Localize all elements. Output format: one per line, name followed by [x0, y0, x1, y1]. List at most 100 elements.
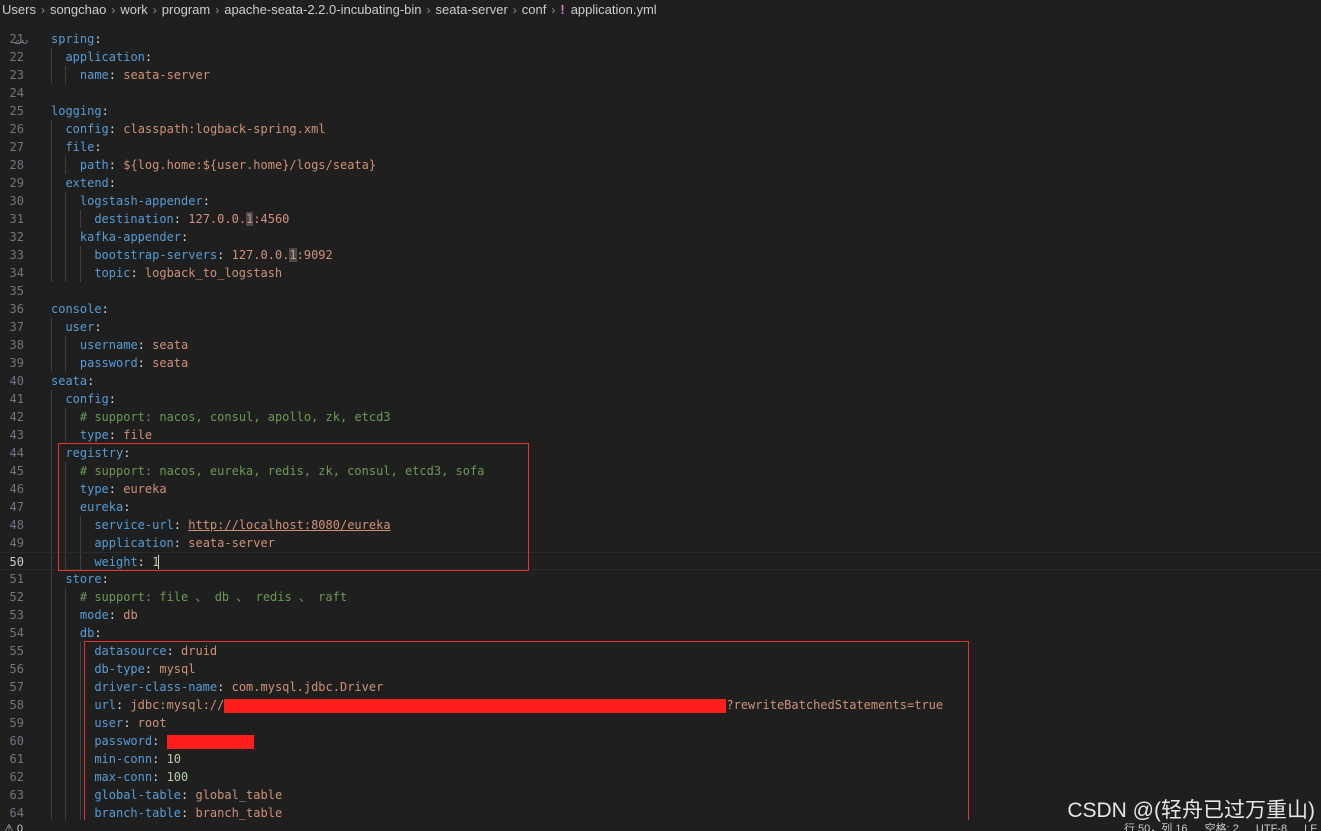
code-line[interactable]: 51 store: — [0, 570, 1321, 588]
yaml-punctuation: : — [130, 266, 145, 280]
code-line[interactable]: 45 # support: nacos, eureka, redis, zk, c… — [0, 462, 1321, 480]
indent-guide — [51, 750, 65, 768]
code-line[interactable]: 60 password: — [0, 732, 1321, 750]
yaml-value: seata — [152, 356, 189, 370]
code-line[interactable]: 54 db: — [0, 624, 1321, 642]
breadcrumb-item[interactable]: apache-seata-2.2.0-incubating-bin — [224, 2, 421, 17]
code-line[interactable]: 50 weight: 1 — [0, 552, 1321, 571]
indent-guide — [51, 786, 65, 804]
indent-guide — [65, 192, 79, 210]
code-line[interactable]: 30 logstash-appender: — [0, 192, 1321, 210]
code-line[interactable]: 38 username: seata — [0, 336, 1321, 354]
code-line[interactable]: 59 user: root — [0, 714, 1321, 732]
code-line[interactable]: 47 eureka: — [0, 498, 1321, 516]
code-line[interactable]: 40 seata: — [0, 372, 1321, 390]
line-number: 24 — [9, 86, 24, 100]
code-line[interactable]: 26 config: classpath:logback-spring.xml — [0, 120, 1321, 138]
code-line[interactable]: 52 # support: file 、 db 、 redis 、 raft — [0, 588, 1321, 606]
breadcrumb-item[interactable]: program — [162, 2, 210, 17]
code-text: seata: — [51, 372, 94, 390]
breadcrumb-item[interactable]: seata-server — [436, 2, 508, 17]
code-editor[interactable]: 20 21spring:22application:23name: seata-… — [0, 20, 1321, 820]
code-line[interactable]: 37 user: — [0, 318, 1321, 336]
code-line[interactable]: 34 topic: logback_to_logstash — [0, 264, 1321, 282]
code-line[interactable]: 53 mode: db — [0, 606, 1321, 624]
code-line[interactable]: 35 — [0, 282, 1321, 300]
indentation-setting[interactable]: 空格: 2 — [1205, 823, 1239, 831]
yaml-punctuation: : — [108, 428, 124, 442]
code-line[interactable]: 56 db-type: mysql — [0, 660, 1321, 678]
indent-guide — [51, 624, 65, 642]
yaml-punctuation: : — [152, 734, 167, 748]
yaml-key: seata — [51, 374, 88, 388]
code-line[interactable]: 23 name: seata-server — [0, 66, 1321, 84]
code-text: driver-class-name: com.mysql.jdbc.Driver — [51, 678, 383, 696]
line-number: 23 — [9, 68, 24, 82]
code-line[interactable]: 31 destination: 127.0.0.1:4560 — [0, 210, 1321, 228]
yaml-key: global-table — [94, 788, 182, 802]
code-text: path: ${log.home:${user.home}/logs/seata… — [51, 156, 376, 174]
yaml-key: user — [94, 716, 124, 730]
breadcrumb-item[interactable]: conf — [522, 2, 547, 17]
code-line[interactable]: 58 url: jdbc:mysql:// ?rewriteBatchedState… — [0, 696, 1321, 714]
code-line[interactable]: 27 file: — [0, 138, 1321, 156]
indent-guide — [65, 696, 79, 714]
yaml-key: spring — [51, 32, 95, 46]
yaml-value: 10 — [166, 752, 182, 766]
yaml-value: file — [123, 428, 153, 442]
yaml-punctuation: : — [108, 68, 124, 82]
indent-guide — [51, 516, 65, 534]
yaml-comment: # support: file 、 db 、 redis 、 raft — [79, 590, 348, 604]
indent-guide — [51, 678, 65, 696]
code-line[interactable]: 46 type: eureka — [0, 480, 1321, 498]
line-number: 52 — [9, 590, 24, 604]
code-line[interactable]: 41 config: — [0, 390, 1321, 408]
line-number: 43 — [9, 428, 24, 442]
indent-guide — [65, 156, 79, 174]
problems-indicator[interactable]: ⚠ 0 — [4, 820, 23, 831]
indent-guide — [51, 120, 65, 138]
yaml-punctuation: : — [173, 212, 189, 226]
code-line[interactable]: 55 datasource: druid — [0, 642, 1321, 660]
indent-guide — [79, 660, 94, 678]
code-line[interactable]: 29 extend: — [0, 174, 1321, 192]
breadcrumb-item[interactable]: Users — [2, 2, 36, 17]
indent-guide — [65, 660, 79, 678]
breadcrumb-item[interactable]: work — [120, 2, 147, 17]
url-link[interactable]: http://localhost:8080/eureka — [188, 518, 390, 532]
eol-setting[interactable]: LF — [1304, 823, 1317, 831]
line-number: 26 — [9, 122, 24, 136]
code-line[interactable]: 39 password: seata — [0, 354, 1321, 372]
yaml-key: config — [65, 122, 109, 136]
encoding-setting[interactable]: UTF-8 — [1256, 823, 1287, 831]
yaml-punctuation: : — [173, 536, 189, 550]
code-line[interactable]: 28 path: ${log.home:${user.home}/logs/sea… — [0, 156, 1321, 174]
yaml-key: db-type — [94, 662, 145, 676]
indent-guide — [79, 696, 94, 714]
yaml-key: eureka — [79, 500, 124, 514]
code-line[interactable]: 43 type: file — [0, 426, 1321, 444]
code-line[interactable]: 57 driver-class-name: com.mysql.jdbc.Driv… — [0, 678, 1321, 696]
line-number: 44 — [9, 446, 24, 460]
code-line[interactable]: 48 service-url: http://localhost:8080/eur… — [0, 516, 1321, 534]
code-line[interactable]: 21 spring: — [0, 30, 1321, 48]
code-line[interactable]: 61 min-conn: 10 — [0, 750, 1321, 768]
indent-guide — [51, 553, 65, 571]
line-number: 35 — [9, 284, 24, 298]
code-line[interactable]: 42 # support: nacos, consul, apollo, zk, … — [0, 408, 1321, 426]
code-line[interactable]: 25 logging: — [0, 102, 1321, 120]
code-line[interactable]: 49 application: seata-server — [0, 534, 1321, 552]
indent-guide — [65, 804, 79, 820]
breadcrumb-item[interactable]: songchao — [50, 2, 106, 17]
code-line[interactable]: 44 registry: — [0, 444, 1321, 462]
code-line[interactable]: 36 console: — [0, 300, 1321, 318]
code-line[interactable]: 62 max-conn: 100 — [0, 768, 1321, 786]
code-line[interactable]: 24 — [0, 84, 1321, 102]
breadcrumb-file-name[interactable]: application.yml — [571, 2, 657, 17]
code-line[interactable]: 22 application: — [0, 48, 1321, 66]
cursor-position[interactable]: 行 50，列 16 — [1124, 823, 1188, 831]
code-line[interactable]: 32 kafka-appender: — [0, 228, 1321, 246]
code-line[interactable]: 33 bootstrap-servers: 127.0.0.1:9092 — [0, 246, 1321, 264]
code-text: console: — [51, 300, 109, 318]
code-text: config: — [51, 390, 116, 408]
